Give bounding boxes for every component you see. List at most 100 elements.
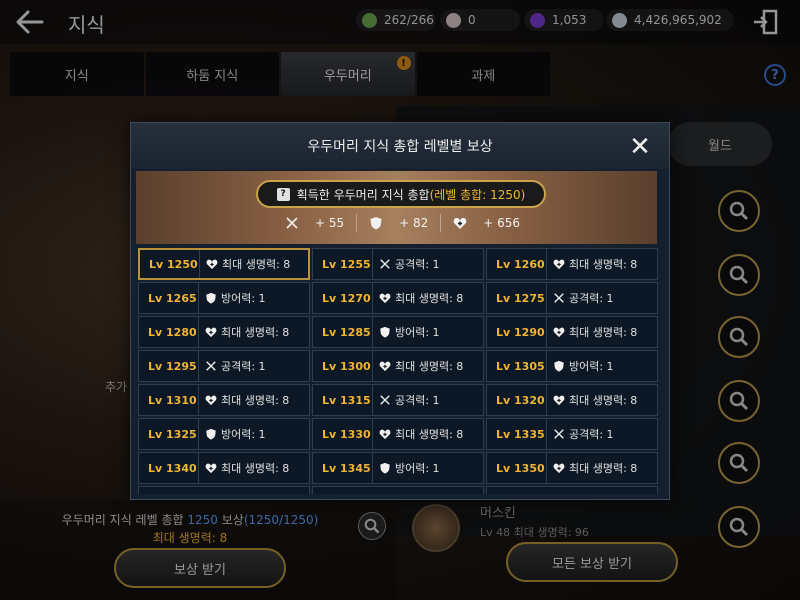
reward-cell[interactable]: Lv 1280 최대 생명력: 8 — [138, 316, 310, 348]
reward-text: 최대 생명력: 8 — [395, 360, 464, 373]
heart-icon — [553, 258, 565, 270]
total-label: 획득한 우두머리 지식 총합 — [296, 187, 430, 202]
reward-level: Lv 1280 — [139, 317, 199, 347]
shield-icon — [370, 217, 382, 230]
reward-cell[interactable]: Lv 1295 공격력: 1 — [138, 350, 310, 382]
reward-text: 최대 생명력: 8 — [395, 292, 464, 305]
hp-value: + 656 — [483, 216, 521, 230]
reward-cell[interactable]: Lv 1345 방어력: 1 — [312, 452, 484, 484]
heart-icon — [205, 394, 217, 406]
heart-icon — [379, 428, 391, 440]
reward-cell[interactable]: Lv 1330 최대 생명력: 8 — [312, 418, 484, 450]
heart-icon — [553, 394, 565, 406]
reward-text: 최대 생명력: 8 — [221, 326, 290, 339]
heart-icon — [205, 462, 217, 474]
shield-icon — [205, 428, 217, 440]
reward-cell[interactable]: Lv 1310 최대 생명력: 8 — [138, 384, 310, 416]
reward-level: Lv 1345 — [313, 453, 373, 483]
reward-text: 방어력: 1 — [221, 428, 266, 441]
shield-icon — [205, 292, 217, 304]
reward-level: Lv 1350 — [487, 453, 547, 483]
reward-cell[interactable]: Lv 1290 최대 생명력: 8 — [486, 316, 658, 348]
reward-text: 최대 생명력: 8 — [569, 326, 638, 339]
heart-icon — [379, 292, 391, 304]
reward-level: Lv 1290 — [487, 317, 547, 347]
reward-cell[interactable]: Lv 1305 방어력: 1 — [486, 350, 658, 382]
reward-level: Lv 1310 — [139, 385, 199, 415]
reward-text: 공격력: 1 — [395, 394, 440, 407]
sword-icon — [205, 360, 217, 372]
reward-cell[interactable]: Lv 1335 공격력: 1 — [486, 418, 658, 450]
reward-text: 최대 생명력: 8 — [569, 394, 638, 407]
reward-level: Lv 1285 — [313, 317, 373, 347]
reward-level: Lv 1300 — [313, 351, 373, 381]
total-level-pill: ? 획득한 우두머리 지식 총합 (레벨 총합: 1250) — [256, 180, 546, 208]
modal-title: 우두머리 지식 총합 레벨별 보상 — [131, 123, 669, 169]
reward-cell[interactable]: Lv 1320 최대 생명력: 8 — [486, 384, 658, 416]
reward-cell[interactable]: Lv 1265 방어력: 1 — [138, 282, 310, 314]
reward-level: Lv 1265 — [139, 283, 199, 313]
reward-text: 최대 생명력: 8 — [221, 462, 290, 475]
reward-text: 최대 생명력: 8 — [569, 462, 638, 475]
reward-cell[interactable]: Lv 1275 공격력: 1 — [486, 282, 658, 314]
reward-cell[interactable]: Lv 1300 최대 생명력: 8 — [312, 350, 484, 382]
reward-cell[interactable]: Lv 1250 최대 생명력: 8 — [138, 248, 310, 280]
defense-value: + 82 — [399, 216, 429, 230]
close-icon[interactable]: ✕ — [626, 134, 654, 162]
reward-text: 최대 생명력: 8 — [569, 258, 638, 271]
reward-cell[interactable]: Lv 1340 최대 생명력: 8 — [138, 452, 310, 484]
attack-value: + 55 — [315, 216, 345, 230]
reward-text: 방어력: 1 — [221, 292, 266, 305]
reward-text: 공격력: 1 — [221, 360, 266, 373]
reward-text: 방어력: 1 — [395, 462, 440, 475]
heart-icon — [553, 462, 565, 474]
reward-level: Lv 1340 — [139, 453, 199, 483]
reward-cell[interactable]: Lv 1285 방어력: 1 — [312, 316, 484, 348]
reward-text: 공격력: 1 — [395, 258, 440, 271]
heart-icon — [379, 360, 391, 372]
sword-icon — [379, 258, 391, 270]
reward-level: Lv 1320 — [487, 385, 547, 415]
sword-icon — [379, 394, 391, 406]
reward-level: Lv 1325 — [139, 419, 199, 449]
total-level: (레벨 총합: 1250) — [429, 187, 526, 202]
heart-icon — [206, 258, 218, 270]
defense-stat: + 82 — [369, 216, 428, 230]
heart-icon — [205, 326, 217, 338]
hp-stat: + 656 — [453, 216, 520, 230]
reward-grid: Lv 1250 최대 생명력: 8 Lv 1255 공격력: 1 Lv 1260 최대 생… — [138, 248, 658, 494]
reward-text: 최대 생명력: 8 — [222, 258, 291, 271]
reward-level: Lv 1330 — [313, 419, 373, 449]
reward-text: 최대 생명력: 8 — [221, 394, 290, 407]
shield-icon — [379, 462, 391, 474]
reward-level: Lv 1305 — [487, 351, 547, 381]
reward-text: 방어력: 1 — [395, 326, 440, 339]
reward-text: 공격력: 1 — [569, 292, 614, 305]
total-stats: + 55 + 82 + 656 — [285, 214, 520, 232]
reward-level: Lv 1260 — [487, 249, 547, 279]
reward-cell[interactable]: Lv 1325 방어력: 1 — [138, 418, 310, 450]
reward-level: Lv 1255 — [313, 249, 373, 279]
shield-icon — [553, 360, 565, 372]
reward-cell[interactable]: Lv 1315 공격력: 1 — [312, 384, 484, 416]
reward-level: Lv 1315 — [313, 385, 373, 415]
reward-cell[interactable]: Lv 1350 최대 생명력: 8 — [486, 452, 658, 484]
reward-cell-partial[interactable] — [138, 486, 310, 494]
reward-level: Lv 1295 — [139, 351, 199, 381]
reward-cell[interactable]: Lv 1260 최대 생명력: 8 — [486, 248, 658, 280]
attack-stat: + 55 — [285, 216, 344, 230]
sword-icon — [553, 428, 565, 440]
shield-icon — [379, 326, 391, 338]
heart-icon — [453, 217, 467, 229]
sword-icon — [286, 217, 298, 229]
reward-level: Lv 1250 — [140, 250, 200, 278]
reward-text: 최대 생명력: 8 — [395, 428, 464, 441]
reward-cell-partial[interactable] — [486, 486, 658, 494]
reward-level: Lv 1270 — [313, 283, 373, 313]
reward-cell[interactable]: Lv 1255 공격력: 1 — [312, 248, 484, 280]
reward-text: 공격력: 1 — [569, 428, 614, 441]
sword-icon — [553, 292, 565, 304]
reward-cell-partial[interactable] — [312, 486, 484, 494]
reward-level: Lv 1275 — [487, 283, 547, 313]
reward-cell[interactable]: Lv 1270 최대 생명력: 8 — [312, 282, 484, 314]
